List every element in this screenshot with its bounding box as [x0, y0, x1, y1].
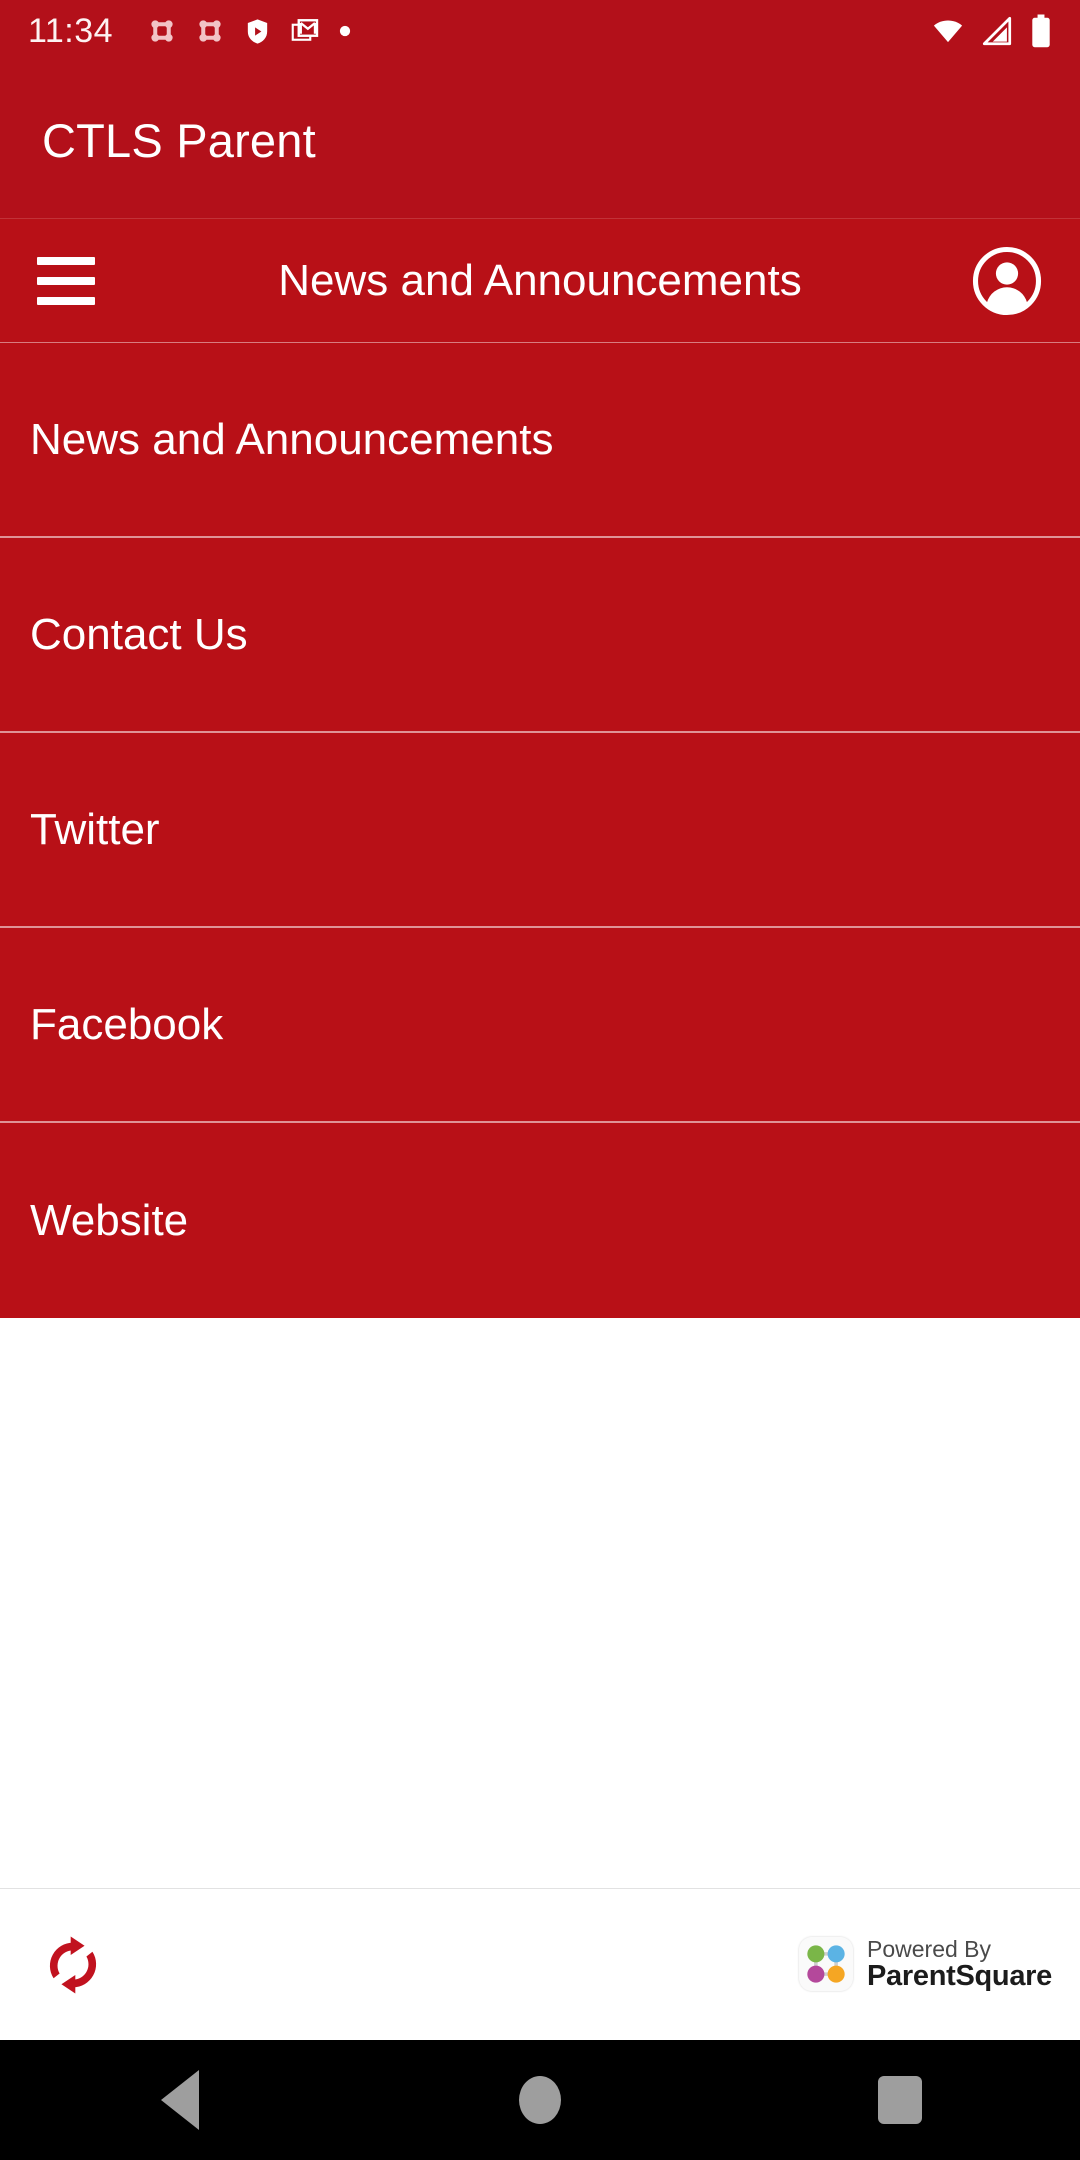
play-protect-shield-icon — [247, 18, 268, 44]
back-button[interactable] — [90, 2040, 270, 2160]
content-area — [0, 1333, 1080, 1888]
menu-item-contact-us[interactable]: Contact Us — [0, 538, 1080, 733]
refresh-sync-glyph — [49, 1935, 97, 1994]
parentsquare-brand-name: ParentSquare — [867, 1960, 1052, 1993]
cellular-signal-icon — [982, 16, 1012, 46]
hamburger-bar — [37, 256, 95, 265]
status-bar-system-icons — [930, 13, 1054, 49]
powered-by-label: Powered By — [867, 1936, 992, 1963]
android-navigation-bar — [0, 2040, 1080, 2160]
status-bar-clock: 11:34 — [28, 12, 114, 50]
back-triangle-icon — [161, 2070, 199, 2130]
hamburger-bar — [37, 276, 95, 285]
menu-item-label: Website — [30, 1195, 189, 1245]
app-title-bar: CTLS Parent — [0, 62, 1080, 218]
home-button[interactable] — [450, 2040, 630, 2160]
phone-screen: 11:34 CTLS Parent News and Announcements… — [0, 0, 1080, 2160]
app-title: CTLS Parent — [42, 113, 316, 167]
menu-item-label: Contact Us — [30, 609, 248, 659]
status-bar-notification-icons — [147, 16, 352, 46]
powered-by-text-block: Powered By ParentSquare — [867, 1937, 1052, 1992]
menu-item-label: News and Announcements — [30, 414, 554, 464]
recents-button[interactable] — [810, 2040, 990, 2160]
menu-item-website[interactable]: Website — [0, 1123, 1080, 1318]
recents-square-icon — [878, 2076, 922, 2124]
account-circle-icon[interactable] — [968, 242, 1046, 320]
menu-item-news-and-announcements[interactable]: News and Announcements — [0, 343, 1080, 538]
more-notifications-dot-icon — [339, 25, 351, 37]
parentsquare-logo-icon — [799, 1937, 854, 1992]
refresh-sync-icon[interactable] — [18, 1910, 128, 2020]
status-bar: 11:34 — [0, 0, 1080, 62]
footer-bar: Powered By ParentSquare — [0, 1888, 1080, 2040]
menu-item-label: Twitter — [30, 804, 160, 854]
menu-item-label: Facebook — [30, 999, 224, 1049]
parentsquare-notification-icon — [151, 20, 173, 42]
toolbar-title: News and Announcements — [278, 255, 802, 305]
hamburger-menu-icon[interactable] — [18, 241, 114, 321]
account-circle-glyph — [972, 246, 1042, 315]
powered-by-parentsquare: Powered By ParentSquare — [799, 1937, 1052, 1992]
wifi-icon — [933, 20, 963, 43]
parentsquare-notification-icon — [199, 20, 221, 42]
battery-full-icon — [1032, 14, 1050, 48]
menu-item-twitter[interactable]: Twitter — [0, 733, 1080, 928]
menu-item-facebook[interactable]: Facebook — [0, 928, 1080, 1123]
navigation-menu-list: News and Announcements Contact Us Twitte… — [0, 343, 1080, 1318]
home-circle-icon — [519, 2076, 561, 2124]
hamburger-bar — [37, 296, 95, 305]
gmail-icon — [291, 19, 319, 41]
toolbar: News and Announcements — [0, 218, 1080, 343]
